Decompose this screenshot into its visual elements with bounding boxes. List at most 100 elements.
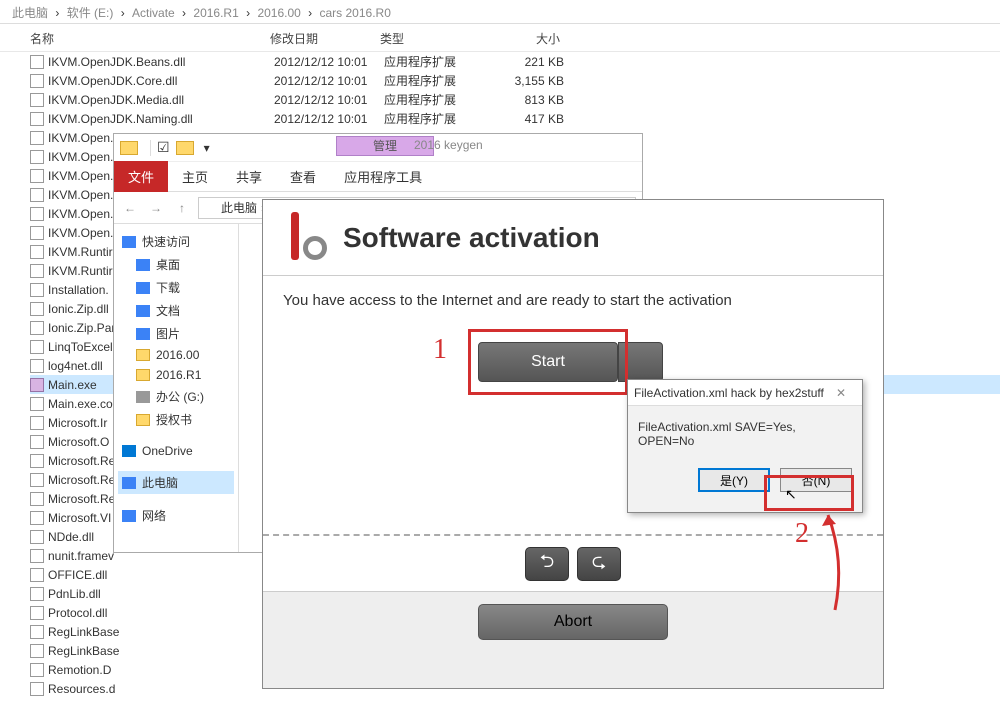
file-icon [30, 492, 44, 506]
annotation-arrow [820, 510, 850, 610]
sidebar-auth[interactable]: 授权书 [118, 408, 234, 431]
sidebar-downloads[interactable]: 下载 [118, 276, 234, 299]
picture-icon [136, 328, 150, 340]
desktop-icon [136, 259, 150, 271]
col-name[interactable]: 名称 [30, 30, 270, 47]
tab-home[interactable]: 主页 [168, 161, 222, 192]
drive-icon [136, 391, 150, 403]
check-icon[interactable]: ☑ [157, 139, 170, 156]
file-icon [30, 283, 44, 297]
file-icon [30, 112, 44, 126]
file-icon [30, 568, 44, 582]
folder-icon [176, 141, 194, 155]
tab-view[interactable]: 查看 [276, 161, 330, 192]
cloud-icon [122, 445, 136, 457]
tab-share[interactable]: 共享 [222, 161, 276, 192]
annotation-box-2 [764, 475, 854, 511]
file-row[interactable]: IKVM.OpenJDK.Naming.dll 2012/12/12 10:01… [30, 109, 1000, 128]
col-type[interactable]: 类型 [380, 30, 490, 47]
file-icon [30, 245, 44, 259]
folder-icon [120, 141, 138, 155]
yes-button[interactable]: 是(Y) [698, 468, 770, 492]
file-icon [30, 207, 44, 221]
cursor-icon: ↖ [785, 486, 797, 503]
activation-title: Software activation [343, 222, 600, 254]
activation-message: You have access to the Internet and are … [283, 292, 863, 309]
file-icon [30, 359, 44, 373]
back-icon[interactable]: ← [120, 198, 140, 218]
star-icon [122, 236, 136, 248]
dialog-titlebar[interactable]: FileActivation.xml hack by hex2stuff ✕ [628, 380, 862, 406]
tab-apptools[interactable]: 应用程序工具 [330, 161, 436, 192]
document-icon [136, 305, 150, 317]
sidebar-onedrive[interactable]: OneDrive [118, 441, 234, 461]
sidebar-network[interactable]: 网络 [118, 504, 234, 527]
file-icon [30, 454, 44, 468]
sidebar-folder1[interactable]: 2016.00 [118, 345, 234, 365]
file-icon [30, 416, 44, 430]
ribbon: 文件 主页 共享 查看 应用程序工具 [114, 162, 642, 192]
bg-breadcrumb[interactable]: 此电脑 › 软件 (E:) › Activate › 2016.R1 › 201… [0, 0, 1000, 24]
file-icon [30, 644, 44, 658]
file-row[interactable]: IKVM.OpenJDK.Beans.dll 2012/12/12 10:01应… [30, 52, 1000, 71]
sidebar-desktop[interactable]: 桌面 [118, 253, 234, 276]
file-icon [30, 530, 44, 544]
col-date[interactable]: 修改日期 [270, 30, 380, 47]
next-button[interactable]: ⮎ [577, 547, 621, 581]
dialog-message: FileActivation.xml SAVE=Yes, OPEN=No [628, 406, 862, 462]
sidebar-thispc[interactable]: 此电脑 [118, 471, 234, 494]
file-icon [30, 378, 44, 392]
file-icon [30, 264, 44, 278]
annotation-label-1: 1 [433, 334, 447, 366]
up-icon[interactable]: ↑ [172, 198, 192, 218]
file-icon [30, 511, 44, 525]
abort-button[interactable]: Abort [478, 604, 668, 640]
sidebar-quick[interactable]: 快速访问 [118, 230, 234, 253]
sidebar-office[interactable]: 办公 (G:) [118, 385, 234, 408]
pc-icon [122, 477, 136, 489]
sidebar-documents[interactable]: 文档 [118, 299, 234, 322]
file-row[interactable]: IKVM.OpenJDK.Media.dll 2012/12/12 10:01应… [30, 90, 1000, 109]
sidebar-folder2[interactable]: 2016.R1 [118, 365, 234, 385]
download-icon [136, 282, 150, 294]
explorer-sidebar: 快速访问 桌面 下载 文档 图片 2016.00 2016.R1 办公 (G:)… [114, 224, 239, 552]
col-size[interactable]: 大小 [490, 30, 570, 47]
file-icon [30, 226, 44, 240]
file-icon [30, 169, 44, 183]
folder-icon [136, 349, 150, 361]
folder-icon [203, 202, 217, 214]
file-icon [30, 302, 44, 316]
folder-icon [136, 414, 150, 426]
file-icon [30, 473, 44, 487]
file-icon [30, 682, 44, 696]
file-icon [30, 131, 44, 145]
annotation-box-1 [468, 329, 628, 395]
activation-footer: Abort [263, 592, 883, 652]
file-icon [30, 93, 44, 107]
window-title: 2016 keygen [414, 138, 483, 152]
close-icon[interactable]: ✕ [826, 386, 856, 400]
bg-column-headers[interactable]: 名称 修改日期 类型 大小 [0, 24, 1000, 52]
dialog-title-text: FileActivation.xml hack by hex2stuff [634, 386, 824, 400]
forward-icon[interactable]: → [146, 198, 166, 218]
file-icon [30, 150, 44, 164]
file-icon [30, 663, 44, 677]
prev-button[interactable]: ⮌ [525, 547, 569, 581]
file-icon [30, 549, 44, 563]
file-icon [30, 340, 44, 354]
file-icon [30, 188, 44, 202]
activation-nav: ⮌ ⮎ [263, 536, 883, 592]
tools-icon [283, 210, 333, 266]
tab-file[interactable]: 文件 [114, 161, 168, 192]
file-row[interactable]: IKVM.OpenJDK.Core.dll 2012/12/12 10:01应用… [30, 71, 1000, 90]
file-icon [30, 55, 44, 69]
file-icon [30, 435, 44, 449]
file-icon [30, 587, 44, 601]
sidebar-pictures[interactable]: 图片 [118, 322, 234, 345]
folder-icon [136, 369, 150, 381]
network-icon [122, 510, 136, 522]
overflow-icon[interactable]: ▾ [204, 141, 210, 155]
activation-header: Software activation [263, 200, 883, 276]
annotation-label-2: 2 [795, 518, 809, 550]
file-icon [30, 606, 44, 620]
